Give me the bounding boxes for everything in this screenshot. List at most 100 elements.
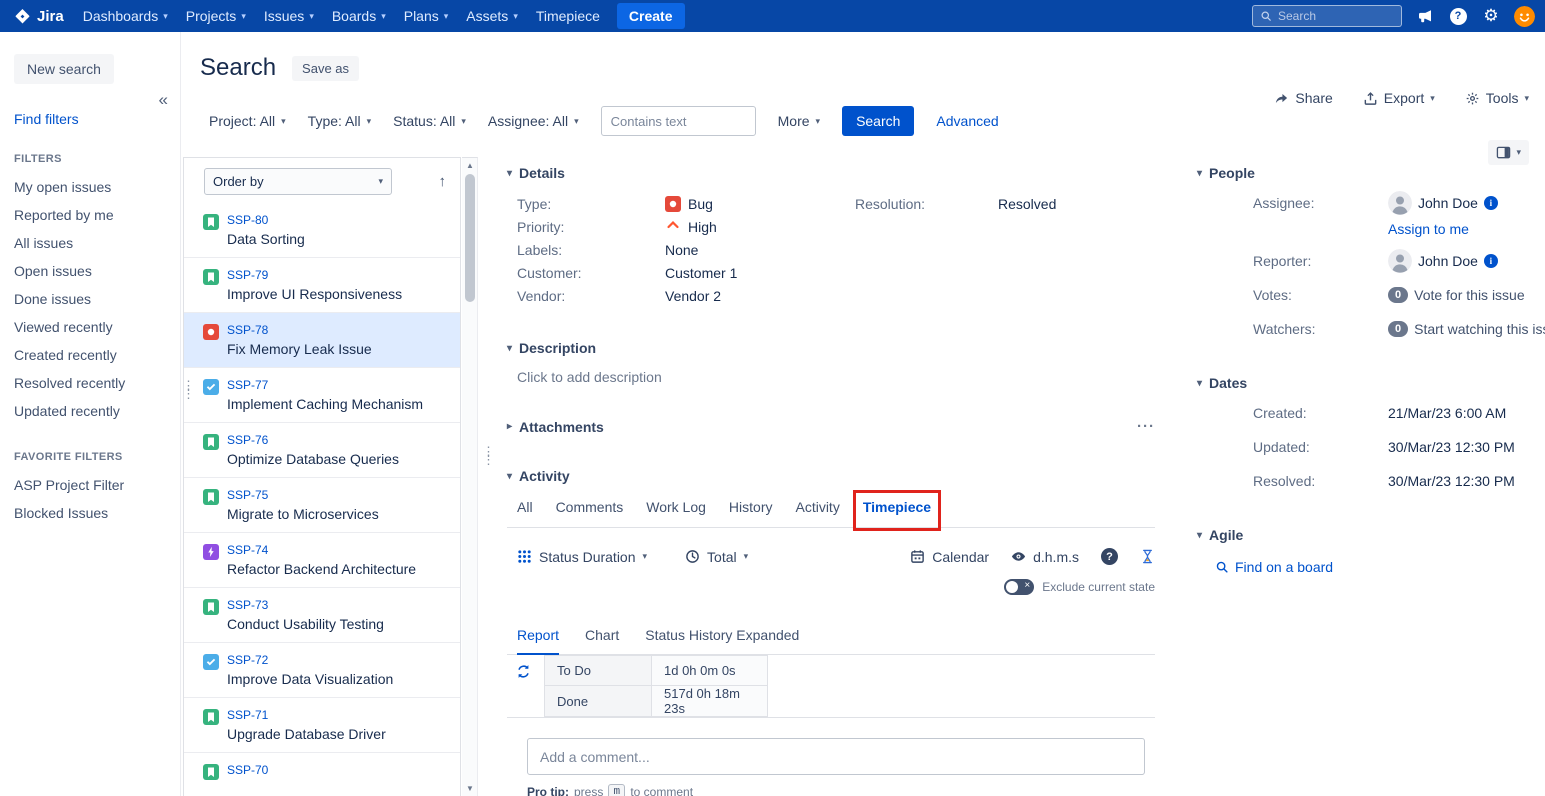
vote-for-issue-link[interactable]: Vote for this issue <box>1414 287 1525 303</box>
issue-key[interactable]: SSP-72 <box>227 653 393 667</box>
sidebar-item-open-issues[interactable]: Open issues <box>14 257 164 285</box>
type-filter-dropdown[interactable]: Type: All <box>308 113 371 129</box>
add-comment-input[interactable] <box>527 738 1145 775</box>
list-item[interactable]: SSP-77Implement Caching Mechanism <box>184 368 460 423</box>
issue-key[interactable]: SSP-75 <box>227 488 379 502</box>
sidebar-item-viewed-recently[interactable]: Viewed recently <box>14 313 164 341</box>
new-search-button[interactable]: New search <box>14 54 114 84</box>
total-dropdown[interactable]: Total <box>685 549 748 565</box>
sidebar-item-reported-by-me[interactable]: Reported by me <box>14 201 164 229</box>
sidebar-item-blocked-issues[interactable]: Blocked Issues <box>14 499 164 527</box>
issue-key[interactable]: SSP-78 <box>227 323 372 337</box>
details-section-header[interactable]: Details <box>507 165 1155 181</box>
list-item[interactable]: SSP-71Upgrade Database Driver <box>184 698 460 753</box>
announcements-icon[interactable] <box>1415 6 1435 26</box>
sort-ascending-icon[interactable] <box>439 173 447 190</box>
help-icon[interactable] <box>1101 548 1118 565</box>
list-item[interactable]: SSP-73Conduct Usability Testing <box>184 588 460 643</box>
status-filter-dropdown[interactable]: Status: All <box>393 113 466 129</box>
duration-format-button[interactable]: d.h.m.s <box>1011 549 1079 565</box>
assignee-avatar[interactable] <box>1388 191 1412 215</box>
issue-key[interactable]: SSP-74 <box>227 543 416 557</box>
list-item[interactable]: SSP-74Refactor Backend Architecture <box>184 533 460 588</box>
activity-section-header[interactable]: Activity <box>507 468 1155 484</box>
tab-history[interactable]: History <box>729 499 773 515</box>
tab-comments[interactable]: Comments <box>556 499 624 515</box>
list-item[interactable]: SSP-79Improve UI Responsiveness <box>184 258 460 313</box>
global-search[interactable] <box>1252 5 1402 27</box>
panel-resize-handle[interactable] <box>182 382 190 398</box>
info-icon[interactable] <box>1484 254 1498 268</box>
nav-dashboards[interactable]: Dashboards <box>74 0 177 32</box>
find-filters-link[interactable]: Find filters <box>14 111 164 127</box>
sidebar-item-updated-recently[interactable]: Updated recently <box>14 397 164 425</box>
jira-logo[interactable]: Jira <box>10 8 74 25</box>
save-as-button[interactable]: Save as <box>292 56 359 81</box>
tools-button[interactable]: Tools <box>1465 90 1529 106</box>
issue-key[interactable]: SSP-80 <box>227 213 305 227</box>
reporter-avatar[interactable] <box>1388 249 1412 273</box>
tab-chart[interactable]: Chart <box>585 627 619 654</box>
more-filters-dropdown[interactable]: More <box>778 113 820 129</box>
exclude-current-state-toggle[interactable] <box>1004 579 1034 595</box>
sidebar-item-done-issues[interactable]: Done issues <box>14 285 164 313</box>
help-icon[interactable] <box>1448 6 1468 26</box>
people-section-header[interactable]: People <box>1197 165 1545 181</box>
assignee-filter-dropdown[interactable]: Assignee: All <box>488 113 579 129</box>
description-section-header[interactable]: Description <box>507 340 1155 356</box>
global-search-input[interactable] <box>1278 9 1388 23</box>
nav-plans[interactable]: Plans <box>395 0 458 32</box>
order-by-select[interactable]: Order by <box>204 168 392 195</box>
project-filter-dropdown[interactable]: Project: All <box>209 113 286 129</box>
list-item[interactable]: SSP-70 <box>184 753 460 796</box>
contains-text-input[interactable] <box>601 106 756 136</box>
issue-key[interactable]: SSP-73 <box>227 598 384 612</box>
issue-key[interactable]: SSP-79 <box>227 268 402 282</box>
attachments-section-header[interactable]: Attachments <box>507 419 604 435</box>
tab-work-log[interactable]: Work Log <box>646 499 706 515</box>
issue-key[interactable]: SSP-77 <box>227 378 423 392</box>
more-options-icon[interactable] <box>1137 418 1155 435</box>
share-button[interactable]: Share <box>1274 90 1332 106</box>
reporter-name[interactable]: John Doe <box>1418 253 1478 269</box>
create-button[interactable]: Create <box>617 3 685 29</box>
sidebar-item-asp-project-filter[interactable]: ASP Project Filter <box>14 471 164 499</box>
nav-timepiece[interactable]: Timepiece <box>527 0 609 32</box>
collapse-sidebar-icon[interactable] <box>159 90 168 110</box>
status-duration-dropdown[interactable]: Status Duration <box>517 549 647 565</box>
refresh-icon[interactable] <box>515 663 532 683</box>
info-icon[interactable] <box>1484 196 1498 210</box>
tab-all[interactable]: All <box>517 499 533 515</box>
nav-boards[interactable]: Boards <box>323 0 395 32</box>
tab-report[interactable]: Report <box>517 627 559 655</box>
list-item[interactable]: SSP-80Data Sorting <box>184 203 460 258</box>
sidebar-item-my-open-issues[interactable]: My open issues <box>14 173 164 201</box>
sidebar-item-resolved-recently[interactable]: Resolved recently <box>14 369 164 397</box>
assignee-name[interactable]: John Doe <box>1418 195 1478 211</box>
nav-projects[interactable]: Projects <box>177 0 255 32</box>
issue-key[interactable]: SSP-76 <box>227 433 399 447</box>
calendar-button[interactable]: Calendar <box>910 549 989 565</box>
nav-issues[interactable]: Issues <box>255 0 323 32</box>
search-button[interactable]: Search <box>842 106 914 136</box>
export-button[interactable]: Export <box>1363 90 1435 106</box>
agile-section-header[interactable]: Agile <box>1197 527 1545 543</box>
scroll-up-icon[interactable] <box>462 161 478 170</box>
assign-to-me-link[interactable]: Assign to me <box>1388 221 1469 237</box>
description-placeholder[interactable]: Click to add description <box>507 369 1155 385</box>
sidebar-item-all-issues[interactable]: All issues <box>14 229 164 257</box>
scroll-down-icon[interactable] <box>462 784 478 793</box>
issue-key[interactable]: SSP-71 <box>227 708 386 722</box>
issue-list-scrollbar[interactable] <box>462 157 478 796</box>
issue-key[interactable]: SSP-70 <box>227 763 268 777</box>
nav-assets[interactable]: Assets <box>457 0 527 32</box>
list-item[interactable]: SSP-75Migrate to Microservices <box>184 478 460 533</box>
tab-timepiece[interactable]: Timepiece <box>863 499 931 515</box>
start-watching-link[interactable]: Start watching this issue <box>1414 321 1545 337</box>
tab-status-history-expanded[interactable]: Status History Expanded <box>645 627 799 654</box>
list-item[interactable]: SSP-72Improve Data Visualization <box>184 643 460 698</box>
hourglass-icon[interactable] <box>1140 549 1155 564</box>
user-avatar[interactable] <box>1514 6 1535 27</box>
scrollbar-thumb[interactable] <box>465 174 475 302</box>
settings-gear-icon[interactable] <box>1481 6 1501 26</box>
